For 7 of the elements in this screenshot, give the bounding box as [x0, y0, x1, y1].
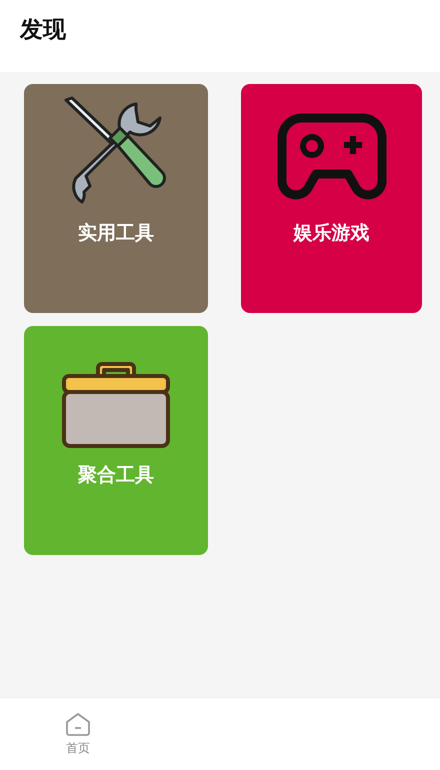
- category-card[interactable]: 娱乐游戏: [241, 84, 422, 313]
- home-tab[interactable]: 首页: [50, 698, 106, 770]
- category-card[interactable]: 实用工具: [24, 84, 208, 313]
- category-card[interactable]: 聚合工具: [24, 326, 208, 555]
- page-title: 发现: [20, 16, 66, 45]
- toolbox-icon: [60, 360, 172, 450]
- home-icon: [65, 712, 91, 736]
